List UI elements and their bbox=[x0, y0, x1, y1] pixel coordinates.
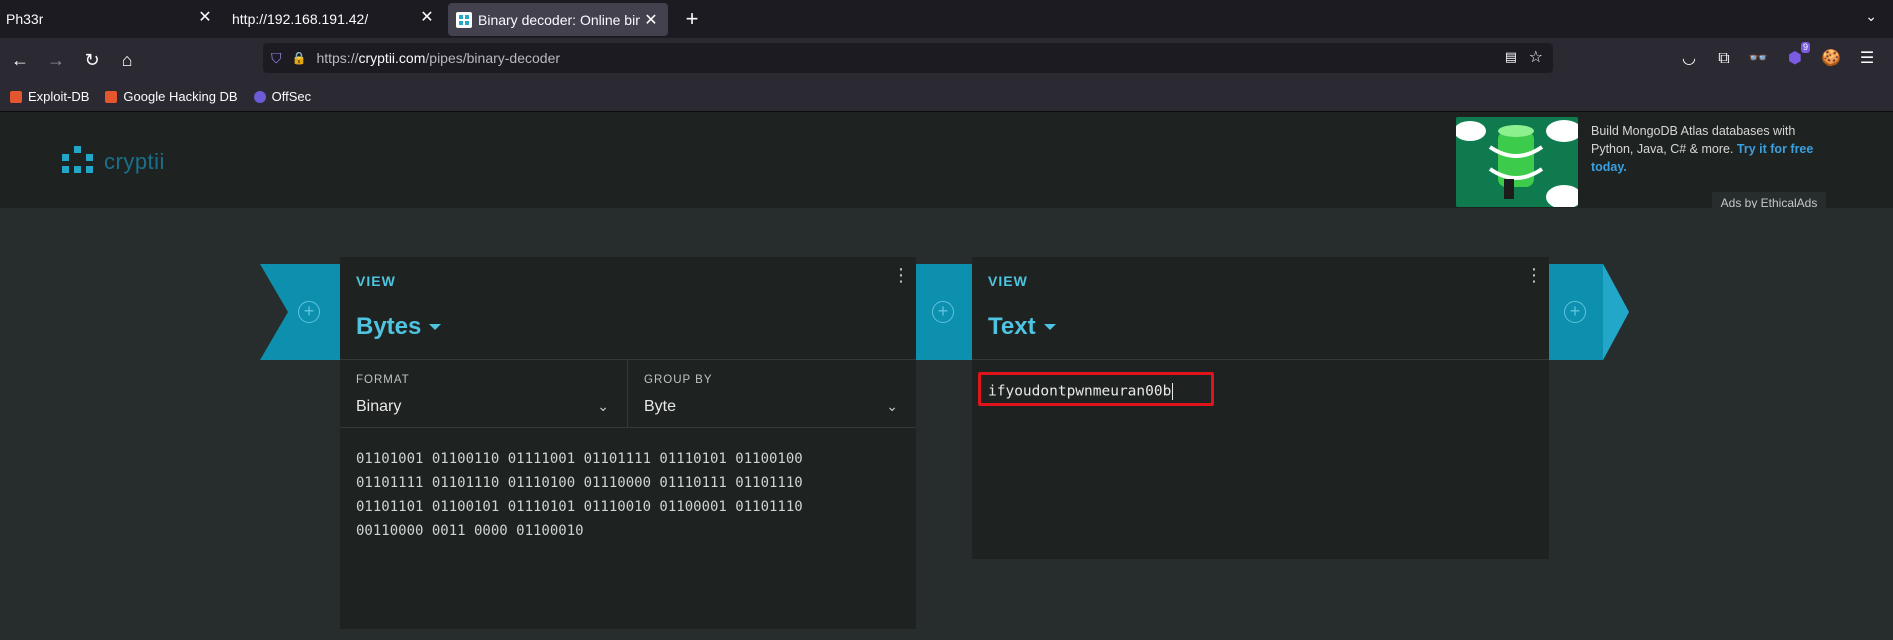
profile-extension-icon[interactable]: 🍪 bbox=[1820, 48, 1842, 70]
bookmark-offsec[interactable]: OffSec bbox=[253, 89, 312, 104]
pipe-end: + bbox=[1549, 264, 1629, 360]
navigation-toolbar: ← → ↻ ⌂ ⛉ 🔒 https://cryptii.com/pipes/bi… bbox=[0, 38, 1893, 82]
more-options-icon[interactable]: ⋮ bbox=[1525, 266, 1543, 284]
more-options-icon[interactable]: ⋮ bbox=[892, 266, 910, 284]
bookmark-label: Google Hacking DB bbox=[123, 89, 238, 104]
caret-down-icon bbox=[1043, 324, 1056, 330]
bookmark-label: OffSec bbox=[271, 89, 312, 104]
bookmarks-toolbar: Exploit-DB Google Hacking DB OffSec bbox=[0, 82, 1893, 112]
extension-badge-icon[interactable]: ⬢ 9 bbox=[1784, 42, 1810, 70]
add-brick-icon[interactable]: + bbox=[932, 301, 954, 323]
tab-ph33r[interactable]: Ph33r ✕ bbox=[0, 0, 222, 38]
group-by-label: GROUP BY bbox=[644, 374, 713, 386]
brick-header: VIEW Text ⋮ bbox=[972, 257, 1549, 360]
mongodb-ad-image[interactable] bbox=[1456, 117, 1578, 207]
format-select[interactable]: FORMAT Binary ⌄ bbox=[340, 360, 628, 428]
close-icon[interactable]: ✕ bbox=[418, 9, 436, 27]
pipe-start: + bbox=[260, 264, 340, 360]
chevron-down-icon: ⌄ bbox=[597, 398, 609, 414]
brick-type-label: VIEW bbox=[988, 273, 1028, 289]
ad-text[interactable]: Build MongoDB Atlas databases with Pytho… bbox=[1591, 122, 1821, 176]
bookmark-google-hacking-db[interactable]: Google Hacking DB bbox=[105, 89, 238, 104]
url-scheme: https:// bbox=[316, 50, 359, 66]
cryptii-favicon-icon bbox=[456, 11, 472, 28]
brick-header: VIEW Bytes ⋮ bbox=[340, 257, 916, 360]
mask-extension-icon[interactable]: 👓 bbox=[1747, 48, 1769, 70]
brick-type-label: VIEW bbox=[356, 273, 396, 289]
extensions-icon[interactable]: ⧉ bbox=[1713, 48, 1735, 70]
group-by-value: Byte bbox=[644, 398, 677, 415]
view-selector[interactable]: Text bbox=[988, 313, 1056, 341]
pipe-connector: + bbox=[916, 264, 972, 360]
notification-count: 9 bbox=[1800, 42, 1810, 53]
forward-icon[interactable]: → bbox=[44, 48, 68, 72]
group-by-select[interactable]: GROUP BY Byte ⌄ bbox=[628, 360, 916, 428]
menu-icon[interactable]: ☰ bbox=[1856, 48, 1878, 70]
caret-down-icon bbox=[429, 324, 442, 330]
list-tabs-icon[interactable]: ⌄ bbox=[1865, 8, 1877, 25]
highlight-box bbox=[978, 372, 1214, 406]
bookmark-exploit-db[interactable]: Exploit-DB bbox=[10, 89, 89, 104]
lock-icon[interactable]: 🔒 bbox=[292, 51, 307, 65]
tab-ip[interactable]: http://192.168.191.42/ ✕ bbox=[222, 0, 444, 38]
new-tab-button[interactable]: + bbox=[680, 6, 704, 32]
tab-bar: Ph33r ✕ http://192.168.191.42/ ✕ Binary … bbox=[0, 0, 1893, 38]
cryptii-logo-icon bbox=[62, 146, 94, 178]
url-bar[interactable]: ⛉ 🔒 https://cryptii.com/pipes/binary-dec… bbox=[263, 43, 1553, 73]
tab-title: Ph33r bbox=[6, 11, 44, 27]
view-selector[interactable]: Bytes bbox=[356, 313, 442, 341]
ghdb-icon bbox=[105, 90, 118, 103]
format-value: Binary bbox=[356, 398, 402, 415]
format-label: FORMAT bbox=[356, 374, 410, 386]
bytes-brick: VIEW Bytes ⋮ FORMAT Binary ⌄ GROUP BY By… bbox=[340, 257, 916, 629]
cryptii-logo[interactable]: cryptii bbox=[62, 146, 165, 178]
add-brick-icon[interactable]: + bbox=[298, 301, 320, 323]
bookmark-star-icon[interactable]: ☆ bbox=[1529, 47, 1543, 67]
bookmark-label: Exploit-DB bbox=[28, 89, 90, 104]
text-brick: VIEW Text ⋮ ifyoudontpwnmeuran00b bbox=[972, 257, 1549, 559]
back-icon[interactable]: ← bbox=[8, 48, 32, 72]
view-name: Text bbox=[988, 313, 1036, 340]
pocket-icon[interactable]: ◡ bbox=[1678, 48, 1700, 70]
reload-icon[interactable]: ↻ bbox=[80, 48, 104, 72]
offsec-icon bbox=[253, 90, 266, 103]
logo-text: cryptii bbox=[104, 149, 165, 174]
close-icon[interactable]: ✕ bbox=[196, 9, 214, 27]
url-host: cryptii.com bbox=[358, 50, 426, 66]
home-icon[interactable]: ⌂ bbox=[115, 48, 139, 72]
tracking-shield-icon[interactable]: ⛉ bbox=[271, 50, 282, 67]
add-brick-icon[interactable]: + bbox=[1564, 301, 1586, 323]
chevron-down-icon: ⌄ bbox=[886, 398, 898, 414]
close-icon[interactable]: ✕ bbox=[642, 12, 660, 30]
tab-title: http://192.168.191.42/ bbox=[232, 11, 369, 27]
ethical-ad[interactable]: Build MongoDB Atlas databases with Pytho… bbox=[1456, 117, 1826, 214]
bytes-content[interactable]: 01101001 01100110 01111001 01101111 0111… bbox=[356, 447, 916, 543]
tab-binary-decoder[interactable]: Binary decoder: Online bin ✕ bbox=[448, 3, 668, 36]
exploit-db-icon bbox=[10, 90, 22, 103]
tab-title: Binary decoder: Online bin bbox=[478, 11, 640, 28]
reader-view-icon[interactable]: ▤ bbox=[1505, 49, 1517, 65]
view-name: Bytes bbox=[356, 313, 422, 340]
url-path: /pipes/binary-decoder bbox=[425, 50, 561, 66]
